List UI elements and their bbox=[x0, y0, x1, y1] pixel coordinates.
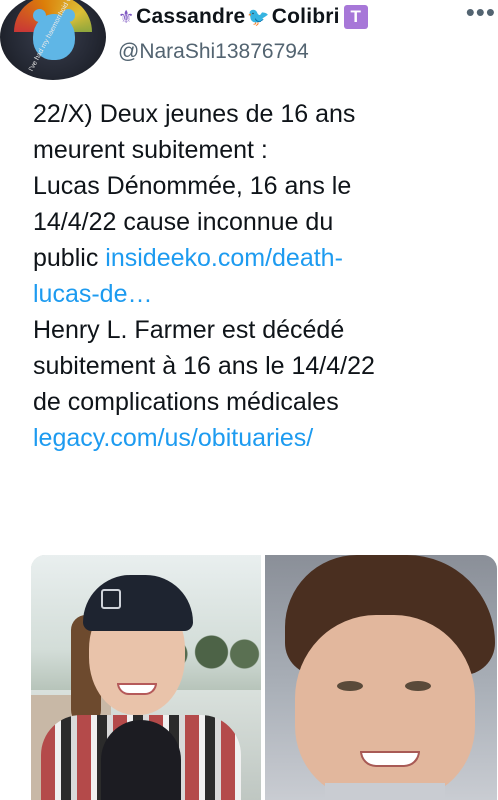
tweet-line: Henry L. Farmer est décédé bbox=[33, 316, 345, 344]
user-handle[interactable]: @NaraShi13876794 bbox=[118, 40, 309, 64]
smile bbox=[117, 683, 157, 695]
link-insideeko[interactable]: insideeko.com/death- bbox=[105, 244, 343, 272]
display-name-part-2[interactable]: Colibri bbox=[272, 5, 340, 29]
photo-henry[interactable] bbox=[265, 555, 497, 800]
display-name-row[interactable]: ⚜ Cassandre 🐦 Colibri T bbox=[118, 2, 368, 32]
red-bird-icon: 🐦 bbox=[247, 7, 270, 27]
tweet-line: 22/X) Deux jeunes de 16 ans bbox=[33, 100, 356, 128]
collar bbox=[325, 783, 445, 800]
link-insideeko-continued[interactable]: lucas-de… bbox=[33, 276, 483, 312]
photo-lucas[interactable] bbox=[31, 555, 261, 800]
tweet-line: Lucas Dénommée, 16 ans le bbox=[33, 172, 352, 200]
smile bbox=[360, 751, 420, 767]
user-avatar[interactable]: I've had my haemorrhoid Green bbox=[0, 0, 106, 80]
tweet-line: 14/4/22 cause inconnue du bbox=[33, 208, 334, 236]
tweet-text: 22/X) Deux jeunes de 16 ans meurent subi… bbox=[33, 96, 483, 456]
face bbox=[295, 615, 475, 800]
hoodie bbox=[101, 720, 181, 800]
display-name[interactable]: Cassandre bbox=[136, 5, 245, 29]
tweet-line: meurent subitement : bbox=[33, 136, 268, 164]
tweet-line: subitement à 16 ans le 14/4/22 bbox=[33, 352, 375, 380]
eye bbox=[405, 681, 431, 691]
more-options-icon[interactable]: ••• bbox=[466, 0, 496, 25]
tweet-header: I've had my haemorrhoid Green ⚜ Cassandr… bbox=[0, 0, 498, 80]
tweet-line-with-link: public insideeko.com/death- bbox=[33, 240, 483, 276]
letter-t-badge-icon: T bbox=[343, 5, 368, 29]
fleur-de-lis-icon: ⚜ bbox=[118, 7, 135, 27]
tweet-line: de complications médicales bbox=[33, 388, 339, 416]
eye bbox=[337, 681, 363, 691]
link-legacy[interactable]: legacy.com/us/obituaries/ bbox=[33, 420, 483, 456]
media-grid bbox=[31, 555, 497, 800]
tweet-text-fragment: public bbox=[33, 244, 99, 272]
